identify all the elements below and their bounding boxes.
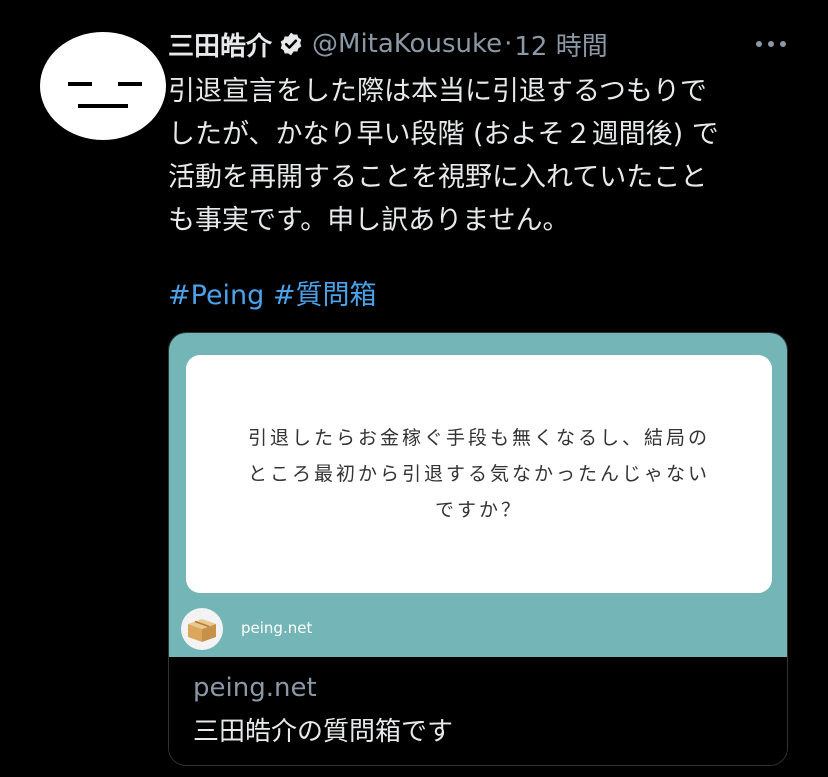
cardboard-box-icon: [181, 608, 223, 650]
tweet-text-line: も事実です。申し訳ありません。: [168, 205, 570, 236]
link-card[interactable]: 引退したらお金稼ぐ手段も無くなるし、結局の ところ最初から引退する気なかったんじ…: [168, 332, 788, 766]
question-line: ですか？: [434, 499, 523, 521]
card-image[interactable]: 引退したらお金稼ぐ手段も無くなるし、結局の ところ最初から引退する気なかったんじ…: [169, 333, 787, 657]
card-domain: peing.net: [193, 673, 317, 703]
question-box: 引退したらお金稼ぐ手段も無くなるし、結局の ところ最初から引退する気なかったんじ…: [186, 355, 772, 593]
avatar[interactable]: [40, 32, 166, 140]
avatar-eye-right: [118, 82, 142, 86]
question-line: ところ最初から引退する気なかったんじゃない: [247, 463, 710, 485]
card-title: 三田皓介の質問箱です: [193, 717, 454, 747]
hashtags: #Peing #質問箱: [168, 274, 377, 317]
avatar-eye-left: [68, 82, 92, 86]
tweet-header: 三田皓介 @MitaKousuke · 12 時間: [168, 26, 608, 62]
verified-badge-icon: [278, 31, 304, 57]
header-separator: ·: [504, 29, 513, 59]
tweet-text: 引退宣言をした際は本当に引退するつもりで したが、かなり早い段階 (およそ２週間…: [168, 70, 788, 242]
tweet-text-line: したが、かなり早い段階 (およそ２週間後) で: [168, 119, 719, 150]
question-line: 引退したらお金稼ぐ手段も無くなるし、結局の: [247, 427, 710, 449]
avatar-mouth: [78, 104, 128, 108]
tweet-timestamp[interactable]: 12 時間: [514, 26, 607, 63]
more-dot: [780, 41, 786, 47]
more-dot: [756, 41, 762, 47]
tweet-text-line: 活動を再開することを視野に入れていたこと: [168, 162, 708, 193]
hashtag-link[interactable]: #質問箱: [273, 280, 377, 311]
tweet-text-line: 引退宣言をした際は本当に引退するつもりで: [168, 76, 707, 107]
author-name[interactable]: 三田皓介: [168, 26, 272, 63]
more-dot: [768, 41, 774, 47]
author-handle[interactable]: @MitaKousuke: [312, 29, 502, 59]
hashtag-link[interactable]: #Peing: [168, 280, 264, 311]
more-options-icon[interactable]: [756, 34, 786, 54]
card-image-domain: peing.net: [241, 619, 313, 637]
card-footer[interactable]: peing.net 三田皓介の質問箱です: [169, 657, 787, 765]
